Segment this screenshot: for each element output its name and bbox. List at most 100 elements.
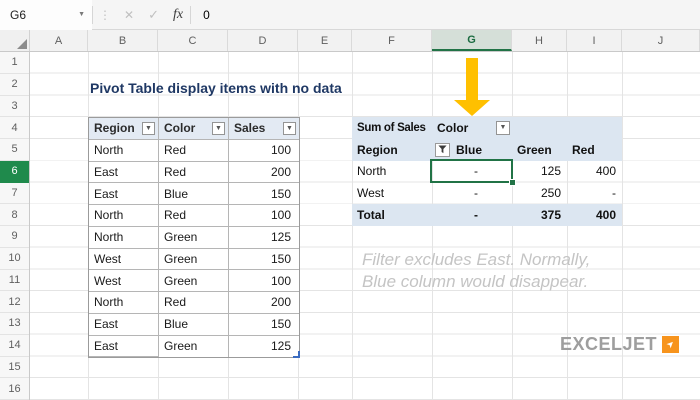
cell[interactable]: Red xyxy=(159,161,229,184)
formula-input[interactable]: 0 xyxy=(191,8,700,22)
cell[interactable] xyxy=(512,117,567,139)
cell[interactable]: 200 xyxy=(229,292,299,314)
table-header-color[interactable]: Color ▼ xyxy=(159,118,229,140)
cell[interactable]: 125 xyxy=(229,227,299,249)
column-header-i[interactable]: I xyxy=(567,30,622,51)
cell[interactable]: Green xyxy=(159,335,229,358)
column-header-c[interactable]: C xyxy=(158,30,228,51)
pivot-row-field[interactable]: Region xyxy=(352,139,450,161)
name-box[interactable]: G6 ▼ xyxy=(0,0,92,30)
pivot-row-field-label: Region xyxy=(357,142,398,157)
enter-icon[interactable]: ✓ xyxy=(141,7,166,23)
name-box-dropdown-icon[interactable]: ▼ xyxy=(78,11,85,18)
insert-function-icon[interactable]: fx xyxy=(166,7,190,23)
row-header-10[interactable]: 10 xyxy=(0,248,29,270)
row-header-6[interactable]: 6 xyxy=(0,160,29,183)
cell[interactable]: Red xyxy=(159,139,229,162)
cell[interactable]: East xyxy=(89,335,159,358)
cell[interactable]: West xyxy=(89,270,159,292)
formula-bar: G6 ▼ ⋮ ✕ ✓ fx 0 xyxy=(0,0,700,30)
page-title: Pivot Table display items with no data xyxy=(90,80,342,96)
row-header-7[interactable]: 7 xyxy=(0,183,29,205)
cell[interactable]: - xyxy=(432,182,512,204)
column-header-j[interactable]: J xyxy=(622,30,700,51)
pivot-data-row: West - 250 - xyxy=(352,182,622,204)
cell[interactable]: 100 xyxy=(229,140,299,162)
cell[interactable]: 400 xyxy=(567,161,622,183)
pivot-column-item-blue[interactable]: Blue xyxy=(432,139,512,161)
pivot-column-item-red[interactable]: Red xyxy=(567,139,622,161)
row-header-8[interactable]: 8 xyxy=(0,204,29,226)
cell[interactable]: North xyxy=(89,139,159,162)
column-header-d[interactable]: D xyxy=(228,30,298,51)
cell[interactable]: East xyxy=(89,313,159,336)
cell[interactable]: East xyxy=(89,183,159,205)
cell[interactable]: North xyxy=(89,226,159,249)
logo-arrow-icon: ➤ xyxy=(662,336,680,353)
table-header-sales[interactable]: Sales ▼ xyxy=(229,118,299,140)
pivot-column-field[interactable]: Color ▼ xyxy=(432,117,512,139)
cell[interactable]: West xyxy=(352,182,432,204)
cell[interactable]: 125 xyxy=(512,161,567,183)
cell[interactable]: Blue xyxy=(159,313,229,336)
pivot-field-dropdown-icon[interactable]: ▼ xyxy=(496,120,510,135)
cell-g6[interactable]: - xyxy=(432,161,512,183)
cell[interactable]: North xyxy=(352,161,432,183)
column-header-a[interactable]: A xyxy=(30,30,88,51)
table-header-label: Region xyxy=(94,121,135,136)
row-header-3[interactable]: 3 xyxy=(0,96,29,118)
cell[interactable]: 125 xyxy=(229,336,299,358)
cell[interactable]: Red xyxy=(159,205,229,227)
cell[interactable]: East xyxy=(89,161,159,184)
column-header-e[interactable]: E xyxy=(298,30,352,51)
row-header-9[interactable]: 9 xyxy=(0,226,29,248)
cell[interactable]: North xyxy=(89,292,159,314)
cell[interactable]: - xyxy=(567,182,622,204)
row-header-14[interactable]: 14 xyxy=(0,335,29,357)
cell[interactable]: 250 xyxy=(512,182,567,204)
table-header-region[interactable]: Region ▼ xyxy=(89,118,159,140)
pivot-column-item-green[interactable]: Green xyxy=(512,139,567,161)
cell[interactable]: North xyxy=(89,205,159,227)
cell[interactable]: 100 xyxy=(229,270,299,292)
cell[interactable]: 150 xyxy=(229,314,299,336)
row-header-15[interactable]: 15 xyxy=(0,357,29,379)
column-header-b[interactable]: B xyxy=(88,30,158,51)
filter-dropdown-icon[interactable]: ▼ xyxy=(142,121,155,135)
column-header-g[interactable]: G xyxy=(432,30,512,51)
callout-arrow-down-icon xyxy=(454,100,490,116)
fill-handle[interactable] xyxy=(509,179,516,186)
filter-dropdown-icon[interactable]: ▼ xyxy=(283,121,296,135)
cell[interactable]: Green xyxy=(159,270,229,292)
cell[interactable]: - xyxy=(432,204,512,226)
pivot-measure-label[interactable]: Sum of Sales xyxy=(352,117,432,139)
cell[interactable]: 400 xyxy=(567,204,622,226)
cell[interactable]: 375 xyxy=(512,204,567,226)
row-header-16[interactable]: 16 xyxy=(0,378,29,400)
cell[interactable]: Red xyxy=(159,292,229,314)
row-header-5[interactable]: 5 xyxy=(0,139,29,161)
table-range-marker xyxy=(293,351,300,359)
row-header-13[interactable]: 13 xyxy=(0,313,29,335)
cell[interactable]: Green xyxy=(159,248,229,271)
column-header-h[interactable]: H xyxy=(512,30,567,51)
column-header-f[interactable]: F xyxy=(352,30,432,51)
cell[interactable]: Blue xyxy=(159,183,229,205)
cell[interactable]: Green xyxy=(159,226,229,249)
cell[interactable]: West xyxy=(89,248,159,271)
row-header-11[interactable]: 11 xyxy=(0,270,29,292)
row-header-1[interactable]: 1 xyxy=(0,52,29,74)
row-header-2[interactable]: 2 xyxy=(0,74,29,96)
pivot-header-row: Sum of Sales Color ▼ xyxy=(352,117,622,139)
cell[interactable]: 150 xyxy=(229,183,299,205)
cell[interactable]: Total xyxy=(352,204,432,226)
cell[interactable]: 200 xyxy=(229,162,299,184)
row-header-12[interactable]: 12 xyxy=(0,291,29,313)
filter-dropdown-icon[interactable]: ▼ xyxy=(212,121,225,135)
cell[interactable] xyxy=(567,117,622,139)
cancel-icon[interactable]: ✕ xyxy=(117,8,141,22)
row-header-4[interactable]: 4 xyxy=(0,117,29,139)
cell[interactable]: 100 xyxy=(229,205,299,227)
cell[interactable]: 150 xyxy=(229,249,299,271)
select-all-corner[interactable] xyxy=(0,30,30,51)
